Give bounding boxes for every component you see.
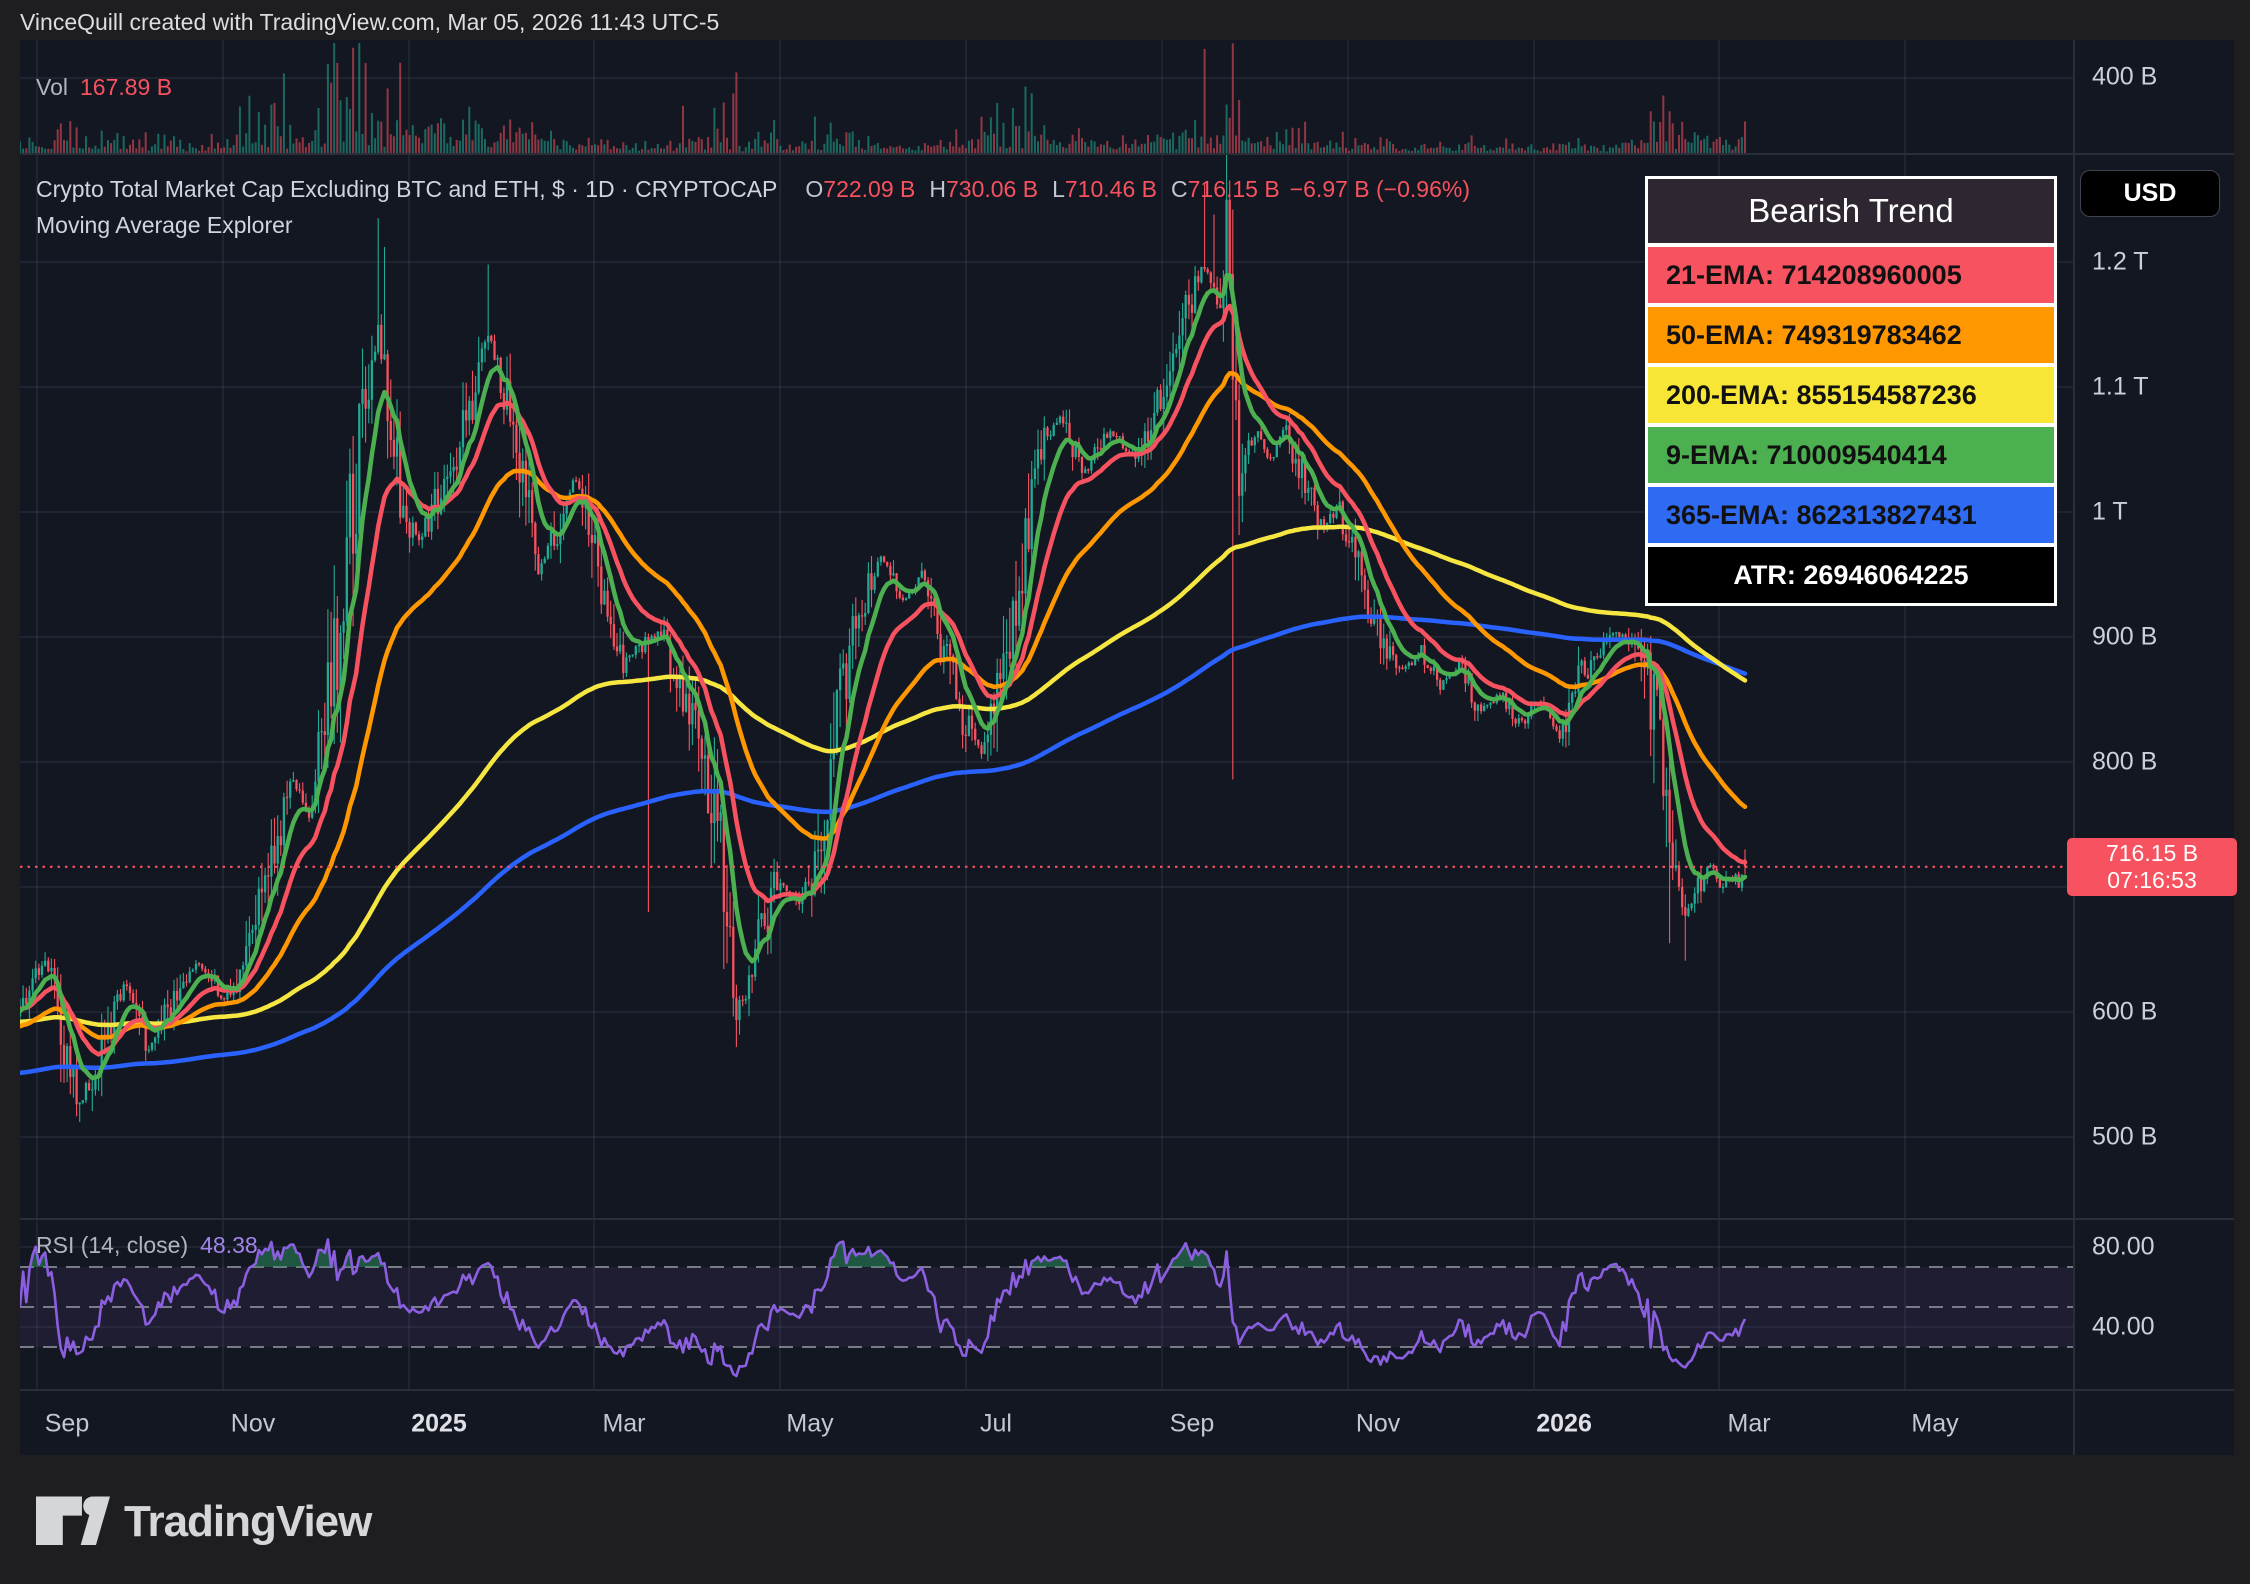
volume-indicator-label[interactable]: Vol 167.89 B <box>36 74 172 101</box>
currency-toggle-button[interactable]: USD <box>2080 170 2220 217</box>
time-axis-border <box>20 1389 2234 1391</box>
last-price-badge: 716.15 B 07:16:53 <box>2067 838 2237 896</box>
indicator-title-ma-explorer[interactable]: Moving Average Explorer <box>36 212 293 239</box>
pane-separator-volume-price[interactable] <box>20 153 2234 155</box>
ema-legend-panel: Bearish Trend 21-EMA: 71420896000550-EMA… <box>1645 176 2057 606</box>
time-axis-label-may: May <box>1911 1410 1958 1439</box>
volume-value: 167.89 B <box>80 74 172 100</box>
legend-row-50-ema: 50-EMA: 749319783462 <box>1648 307 2054 363</box>
legend-row-atr: ATR: 26946064225 <box>1648 547 2054 603</box>
ohlc-values: O722.09 B H730.06 B L710.46 B C716.15 B <box>791 176 1279 202</box>
watermark-caption: VinceQuill created with TradingView.com,… <box>20 6 2230 38</box>
ohlc-h: H730.06 B <box>929 176 1038 202</box>
symbol-header[interactable]: Crypto Total Market Cap Excluding BTC an… <box>36 176 1470 203</box>
change-value: −6.97 B (−0.96%) <box>1290 176 1470 202</box>
tradingview-logo[interactable]: TradingView <box>36 1494 371 1550</box>
time-axis-label-sep: Sep <box>1170 1410 1214 1439</box>
time-axis-label-2026: 2026 <box>1536 1410 1592 1439</box>
ohlc-c: C716.15 B <box>1171 176 1280 202</box>
price-axis-tick: 800 B <box>2092 748 2157 777</box>
tradingview-logo-text: TradingView <box>124 1497 371 1547</box>
rsi-axis-tick: 80.00 <box>2092 1233 2155 1262</box>
time-axis-label-may: May <box>786 1410 833 1439</box>
legend-row-200-ema: 200-EMA: 855154587236 <box>1648 367 2054 423</box>
time-axis-label-jul: Jul <box>980 1410 1012 1439</box>
time-axis-label-mar: Mar <box>1728 1410 1771 1439</box>
price-axis-tick: 1.1 T <box>2092 373 2149 402</box>
tradingview-logo-icon <box>36 1494 110 1550</box>
volume-label: Vol <box>36 74 68 100</box>
price-axis-tick: 500 B <box>2092 1123 2157 1152</box>
rsi-axis-tick: 40.00 <box>2092 1313 2155 1342</box>
time-axis-label-sep: Sep <box>45 1410 89 1439</box>
rsi-label: RSI (14, close) <box>36 1232 188 1258</box>
time-axis-label-nov: Nov <box>1356 1410 1400 1439</box>
price-axis-tick: 1 T <box>2092 498 2128 527</box>
symbol-title: Crypto Total Market Cap Excluding BTC an… <box>36 176 777 202</box>
price-axis-border <box>2073 40 2075 1455</box>
price-axis-tick: 1.2 T <box>2092 248 2149 277</box>
rsi-value: 48.38 <box>200 1232 258 1258</box>
countdown-timer: 07:16:53 <box>2107 867 2197 894</box>
time-axis-label-mar: Mar <box>602 1410 645 1439</box>
trend-status-label: Bearish Trend <box>1648 179 2054 243</box>
price-axis-tick: 600 B <box>2092 998 2157 1027</box>
rsi-indicator-label[interactable]: RSI (14, close) 48.38 <box>36 1232 258 1259</box>
pane-separator-price-rsi[interactable] <box>20 1218 2234 1220</box>
legend-row-9-ema: 9-EMA: 710009540414 <box>1648 427 2054 483</box>
chart-container[interactable]: Crypto Total Market Cap Excluding BTC an… <box>20 40 2234 1455</box>
time-axis-label-nov: Nov <box>231 1410 275 1439</box>
volume-axis-tick: 400 B <box>2092 63 2157 92</box>
time-axis-label-2025: 2025 <box>411 1410 467 1439</box>
ohlc-l: L710.46 B <box>1052 176 1157 202</box>
legend-row-365-ema: 365-EMA: 862313827431 <box>1648 487 2054 543</box>
last-price-value: 716.15 B <box>2106 840 2198 867</box>
ohlc-o: O722.09 B <box>805 176 915 202</box>
legend-row-21-ema: 21-EMA: 714208960005 <box>1648 247 2054 303</box>
price-axis-tick: 900 B <box>2092 623 2157 652</box>
